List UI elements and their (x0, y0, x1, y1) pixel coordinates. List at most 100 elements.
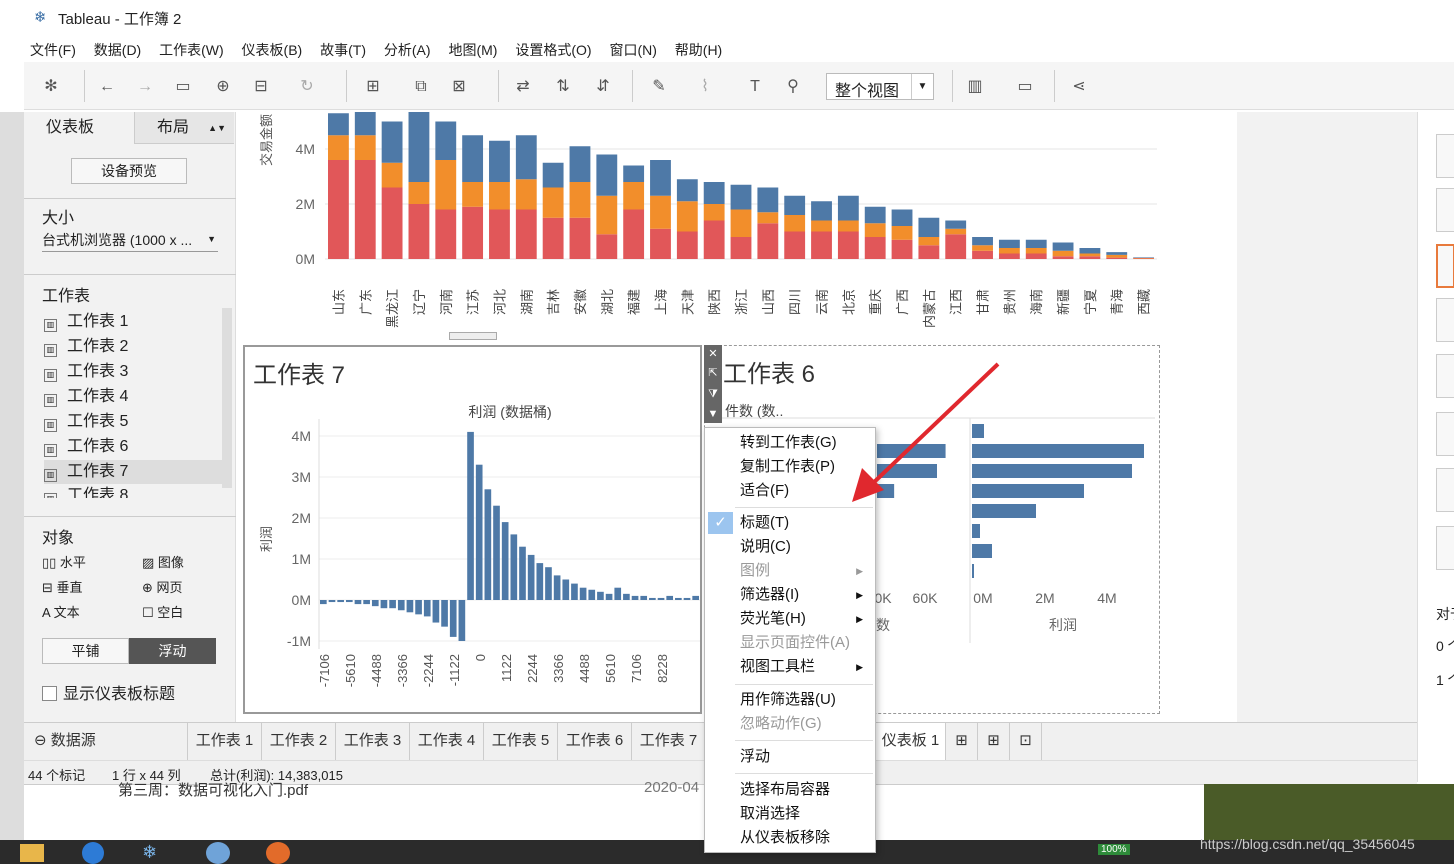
close-icon[interactable]: ✕ (704, 345, 722, 363)
explorer-taskbar-icon[interactable] (20, 844, 44, 862)
worksheet-item[interactable]: ▥ 工作表 5 (44, 410, 222, 434)
show-me-thumb-selected[interactable] (1436, 244, 1454, 288)
bar-segment (730, 237, 752, 259)
show-title-checkbox[interactable]: 显示仪表板标题 (42, 680, 175, 704)
menu-deselect[interactable]: 取消选择 (705, 803, 875, 825)
show-me-thumb[interactable] (1436, 468, 1454, 512)
menu-filter[interactable]: 筛选器(I) ▶ (705, 584, 875, 606)
more-options-icon[interactable]: ▼ (704, 405, 722, 423)
menu-data[interactable]: 数据(D) (88, 38, 147, 62)
new-sheet-icon[interactable]: ⊞ (946, 723, 978, 761)
object-image[interactable]: ▨ 图像 (142, 552, 184, 571)
new-dashboard-icon[interactable]: ⊞ (978, 723, 1010, 761)
show-me-thumb[interactable] (1436, 298, 1454, 342)
presentation-icon[interactable]: ▭ (1014, 76, 1036, 98)
menu-help[interactable]: 帮助(H) (669, 38, 728, 62)
sort-desc-icon[interactable]: ⇵ (592, 76, 614, 98)
tab-layout[interactable]: 布局 ▲▼ (134, 112, 234, 144)
menu-map[interactable]: 地图(M) (442, 38, 503, 62)
worksheet-item[interactable]: ▥ 工作表 3 (44, 360, 222, 384)
filter-icon[interactable]: ⧩ (704, 385, 722, 403)
sort-asc-icon[interactable]: ⇅ (552, 76, 574, 98)
object-vertical[interactable]: ⊟ 垂直 (42, 577, 83, 596)
clear-sheet-icon[interactable]: ⊠ (448, 76, 470, 98)
menu-dashboard[interactable]: 仪表板(B) (236, 38, 309, 62)
tab-dashboard[interactable]: 仪表板 (24, 112, 134, 144)
goto-sheet-icon[interactable]: ⇱ (704, 364, 722, 382)
menu-worksheet[interactable]: 工作表(W) (153, 38, 230, 62)
bar-segment (328, 160, 349, 259)
menu-caption[interactable]: 说明(C) (705, 536, 875, 558)
tab-sheet[interactable]: 工作表 4 (410, 723, 484, 761)
tab-datasource[interactable]: ⊖ 数据源 (24, 723, 188, 761)
show-me-thumb[interactable] (1436, 354, 1454, 398)
show-labels-icon[interactable]: T (744, 76, 766, 98)
show-me-thumb[interactable] (1436, 188, 1454, 232)
device-preview-button[interactable]: 设备预览 (71, 158, 187, 184)
show-me-thumb[interactable] (1436, 412, 1454, 456)
show-me-thumb[interactable] (1436, 526, 1454, 570)
redo-icon[interactable]: → (134, 76, 156, 98)
worksheet-item[interactable]: ▥ 工作表 6 (44, 435, 222, 459)
menu-select-container[interactable]: 选择布局容器 (705, 779, 875, 801)
fit-view-select[interactable]: 整个视图 ▼ (826, 73, 934, 100)
tab-sheet[interactable]: 工作表 2 (262, 723, 336, 761)
show-me-thumb[interactable] (1436, 134, 1454, 178)
menu-floating[interactable]: 浮动 (705, 746, 875, 768)
duplicate-sheet-icon[interactable]: ⧉ (410, 76, 432, 98)
pause-update-icon[interactable]: ⊟ (250, 76, 272, 98)
x-tick-label: 吉林 (546, 289, 561, 315)
menu-story[interactable]: 故事(T) (314, 38, 372, 62)
browser-taskbar-icon[interactable] (82, 842, 104, 864)
menu-remove[interactable]: 从仪表板移除 (705, 827, 875, 849)
menu-use-as-filter[interactable]: 用作筛选器(U) (705, 689, 875, 711)
save-icon[interactable]: ▭ (172, 76, 194, 98)
floating-button[interactable]: 浮动 (129, 638, 216, 664)
worksheet-item[interactable]: ▥ 工作表 4 (44, 385, 222, 409)
scrollbar[interactable] (222, 308, 232, 488)
worksheet-item[interactable]: ▥ 工作表 1 (44, 310, 222, 334)
swap-axes-icon[interactable]: ⇄ (512, 76, 534, 98)
menu-view-toolbar[interactable]: 视图工具栏 ▶ (705, 656, 875, 678)
object-webpage[interactable]: ⊕ 网页 (142, 577, 183, 596)
refresh-icon[interactable]: ↻ (296, 76, 318, 98)
highlight-icon[interactable]: ✎ (648, 76, 670, 98)
bar (614, 587, 622, 600)
new-sheet-icon[interactable]: ⊞ (362, 76, 384, 98)
pin-axes-icon[interactable]: ⚲ (782, 76, 804, 98)
x-tick-label: 4M (1097, 590, 1116, 606)
menu-format[interactable]: 设置格式(O) (509, 38, 597, 62)
tab-sheet[interactable]: 工作表 7 (632, 723, 706, 761)
new-datasource-icon[interactable]: ⊕ (212, 76, 234, 98)
tab-sheet[interactable]: 工作表 6 (558, 723, 632, 761)
tab-sheet[interactable]: 工作表 5 (484, 723, 558, 761)
menu-analysis[interactable]: 分析(A) (378, 38, 437, 62)
tableau-taskbar-icon[interactable]: ❄ (142, 842, 157, 863)
menu-file[interactable]: 文件(F) (24, 38, 82, 62)
tab-sheet[interactable]: 工作表 1 (188, 723, 262, 761)
object-text[interactable]: A 文本 (42, 602, 80, 621)
worksheet-item-selected[interactable]: ▥ 工作表 7 (44, 460, 222, 484)
drag-handle[interactable] (449, 332, 497, 340)
size-select[interactable]: 台式机浏览器 (1000 x ... ▼ (42, 230, 218, 252)
app-taskbar-icon[interactable] (206, 842, 230, 864)
menu-title[interactable]: 标题(T) (705, 512, 875, 534)
menu-window[interactable]: 窗口(N) (603, 38, 662, 62)
tiled-button[interactable]: 平铺 (42, 638, 129, 664)
app-taskbar-icon[interactable] (266, 842, 290, 864)
bar (631, 595, 639, 600)
undo-icon[interactable]: ← (96, 76, 118, 98)
object-horizontal[interactable]: ▯▯ 水平 (42, 552, 86, 571)
worksheet-item[interactable]: ▥ 工作表 8 (44, 484, 222, 498)
tab-sheet[interactable]: 工作表 3 (336, 723, 410, 761)
group-icon[interactable]: ⌇ (694, 76, 716, 98)
show-me-icon[interactable]: ▥ (964, 76, 986, 98)
tableau-home-icon[interactable]: ✻ (40, 76, 62, 98)
sheet7-container[interactable]: 工作表 7 利润 (数据桶) 4M 3M 2M 1M 0M -1M 利润 -7106 -5610-… (243, 345, 702, 714)
worksheet-item[interactable]: ▥ 工作表 2 (44, 335, 222, 359)
object-blank[interactable]: ☐ 空白 (142, 602, 183, 621)
tab-dashboard-active[interactable]: 仪表板 1 (876, 723, 946, 761)
share-icon[interactable]: ⋖ (1068, 76, 1090, 98)
menu-highlighter[interactable]: 荧光笔(H) ▶ (705, 608, 875, 630)
new-story-icon[interactable]: ⊡ (1010, 723, 1042, 761)
